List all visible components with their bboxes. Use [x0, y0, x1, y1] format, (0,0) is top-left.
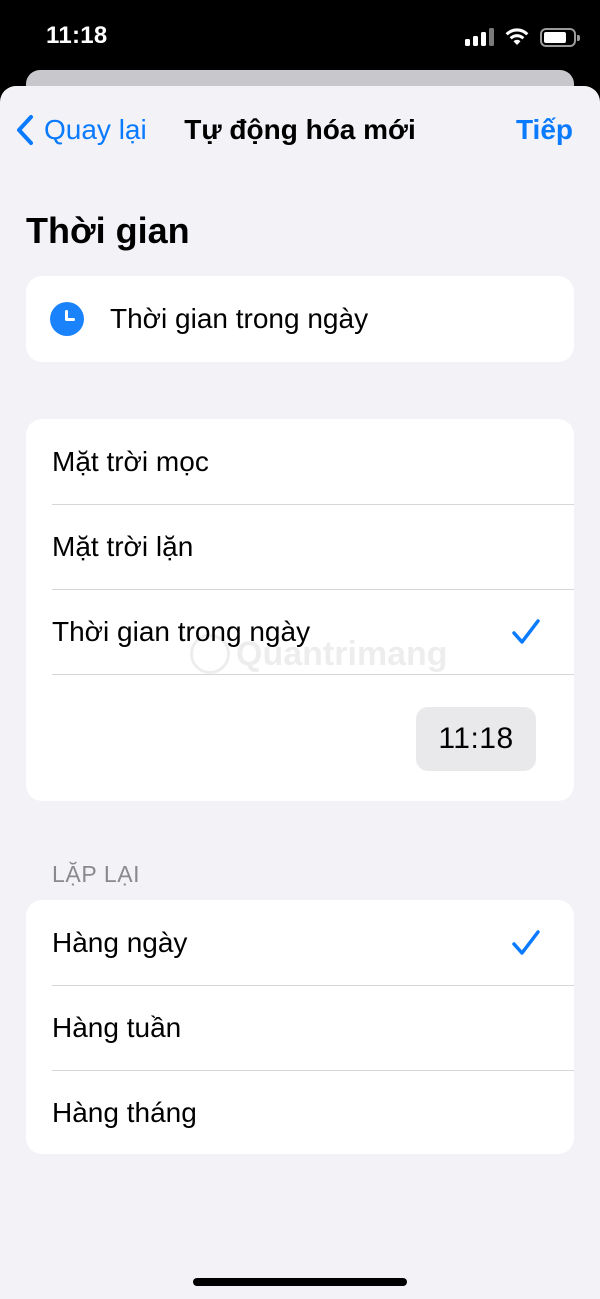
time-picker-button[interactable]: 11:18: [416, 707, 536, 771]
checkmark-icon: [512, 619, 540, 644]
time-options-list: Mặt trời mọc Mặt trời lặn Thời gian tron…: [26, 419, 574, 801]
next-button[interactable]: Tiếp: [516, 114, 573, 146]
option-sunset[interactable]: Mặt trời lặn: [26, 504, 574, 589]
status-time: 11:18: [46, 22, 108, 49]
repeat-weekly[interactable]: Hàng tuần: [26, 985, 574, 1070]
navigation-bar: Quay lại Tự động hóa mới Tiếp: [0, 86, 600, 176]
page-title: Tự động hóa mới: [0, 114, 600, 146]
option-label: Mặt trời mọc: [52, 445, 209, 477]
status-icons: [465, 26, 580, 48]
cellular-signal-icon: [465, 28, 494, 46]
option-label: Hàng tuần: [52, 1011, 182, 1043]
time-picker-row: 11:18: [26, 674, 574, 801]
repeat-daily[interactable]: Hàng ngày: [26, 900, 574, 985]
battery-icon: [540, 27, 580, 47]
trigger-card: Thời gian trong ngày: [26, 276, 574, 362]
phone-screen: 11:18 Quay lại Tự động hóa mới Tiếp Thời…: [0, 0, 600, 1299]
repeat-section-label: LẶP LẠI: [52, 861, 141, 887]
checkmark-icon: [512, 930, 540, 955]
option-sunrise[interactable]: Mặt trời mọc: [26, 419, 574, 504]
repeat-options-list: Hàng ngày Hàng tuần Hàng tháng: [26, 900, 574, 1154]
option-label: Hàng ngày: [52, 926, 188, 958]
repeat-monthly[interactable]: Hàng tháng: [26, 1070, 574, 1154]
trigger-label: Thời gian trong ngày: [110, 303, 369, 334]
home-indicator[interactable]: [193, 1278, 407, 1286]
option-time-of-day[interactable]: Thời gian trong ngày: [26, 589, 574, 674]
section-title: Thời gian: [26, 210, 190, 251]
wifi-icon: [505, 28, 529, 45]
status-bar: 11:18: [0, 0, 600, 70]
clock-icon: [50, 302, 84, 336]
automation-sheet: Quay lại Tự động hóa mới Tiếp Thời gian …: [0, 86, 600, 1299]
option-label: Hàng tháng: [52, 1096, 197, 1128]
option-label: Thời gian trong ngày: [52, 615, 311, 647]
page-title-text: Tự động hóa mới: [184, 114, 416, 145]
option-label: Mặt trời lặn: [52, 530, 194, 562]
